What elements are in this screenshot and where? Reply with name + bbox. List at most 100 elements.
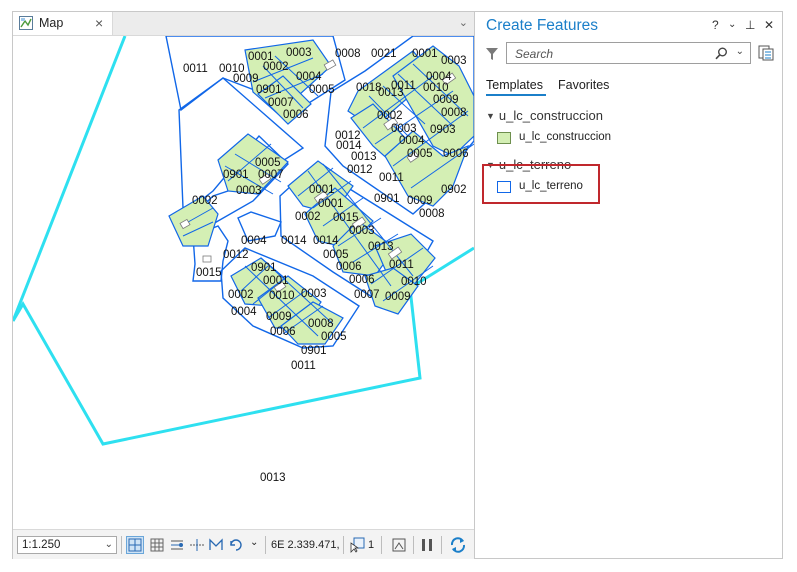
parcel-label: 0901 bbox=[256, 84, 282, 96]
parcel-label: 0009 bbox=[233, 73, 259, 85]
parcel-label: 0004 bbox=[241, 235, 267, 247]
template-group-construccion[interactable]: ▼ u_lc_construccion bbox=[486, 108, 603, 123]
map-tab-label: Map bbox=[39, 16, 64, 30]
chevron-down-icon[interactable]: ⌄ bbox=[728, 19, 736, 30]
parcel-label: 0011 bbox=[183, 63, 208, 75]
tab-favorites[interactable]: Favorites bbox=[558, 78, 609, 92]
parcel-label: 0006 bbox=[283, 109, 309, 121]
map-canvas[interactable]: 0011 0010 0001 0003 0002 0009 0004 0901 0005 0007… bbox=[13, 36, 474, 528]
parcel-label: 0005 bbox=[323, 249, 349, 261]
parcel-label: 0007 bbox=[258, 169, 284, 181]
parcel-label: 0901 bbox=[301, 345, 327, 357]
map-frame-icon[interactable] bbox=[391, 537, 407, 553]
map-tab-bar: Map × ⌄ bbox=[13, 12, 474, 36]
close-icon[interactable]: × bbox=[95, 15, 103, 31]
parcel-label: 0013 bbox=[260, 472, 286, 484]
parcel-label: 0007 bbox=[268, 97, 294, 109]
chevron-down-icon[interactable]: ⌄ bbox=[250, 537, 258, 548]
parcel-label: 0005 bbox=[407, 148, 433, 160]
parcel-label: 0001 bbox=[263, 275, 289, 287]
chevron-down-icon[interactable]: ⌄ bbox=[459, 16, 468, 29]
tab-map[interactable]: Map × bbox=[13, 12, 113, 35]
chevron-down-icon[interactable]: ⌄ bbox=[736, 46, 744, 57]
parcel-label: 0008 bbox=[308, 318, 334, 330]
manage-templates-icon[interactable] bbox=[758, 45, 774, 61]
constraints-icon[interactable] bbox=[189, 537, 205, 553]
parcel-label: 0005 bbox=[309, 84, 335, 96]
boundary-line bbox=[13, 36, 127, 322]
help-icon[interactable]: ? bbox=[712, 18, 719, 32]
coordinate-readout: 6E 2.339.471, bbox=[271, 539, 340, 551]
parcel-label: 0901 bbox=[374, 193, 400, 205]
chevron-down-icon[interactable]: ▼ bbox=[486, 111, 495, 121]
template-item-construccion[interactable]: u_lc_construccion bbox=[497, 129, 757, 149]
parcel-label: 0004 bbox=[399, 135, 425, 147]
chevron-down-icon: ⌄ bbox=[104, 539, 113, 550]
parcel-label: 0901 bbox=[223, 169, 249, 181]
snapping-icon[interactable] bbox=[126, 536, 144, 554]
pin-icon[interactable]: ⊥ bbox=[745, 18, 755, 32]
map-status-bar: 1:1.250 ⌄ ⌄ 6E 2.339.471, 1 bbox=[13, 529, 474, 559]
parcel-label: 0012 bbox=[223, 249, 249, 261]
parcel-label: 0001 bbox=[318, 198, 344, 210]
topology-icon[interactable] bbox=[208, 537, 224, 553]
pause-icon[interactable] bbox=[419, 537, 435, 553]
parcel-label: 0003 bbox=[301, 288, 327, 300]
parcel-label: 0902 bbox=[441, 184, 467, 196]
separator bbox=[381, 536, 382, 554]
map-drawing[interactable]: 0011 0010 0001 0003 0002 0009 0004 0901 0005 0007… bbox=[13, 36, 474, 528]
parcel-label: 0011 bbox=[379, 172, 404, 184]
parcel-label: 0004 bbox=[231, 306, 257, 318]
group-label: u_lc_construccion bbox=[498, 108, 603, 123]
parcel-label: 0001 bbox=[309, 184, 335, 196]
parcel-label: 0010 bbox=[401, 276, 427, 288]
parcel-label: 0006 bbox=[336, 261, 362, 273]
rotate-icon[interactable] bbox=[228, 537, 244, 553]
refresh-icon[interactable] bbox=[449, 536, 467, 554]
parcel-label: 0009 bbox=[266, 311, 292, 323]
parcel-label: 0002 bbox=[228, 289, 254, 301]
parcel-label: 0003 bbox=[391, 123, 417, 135]
pane-title: Create Features bbox=[486, 17, 598, 34]
search-icon[interactable] bbox=[715, 47, 728, 60]
parcel-label: 0008 bbox=[419, 208, 445, 220]
map-pane: Map × ⌄ 0011 0010 0001 0003 0002 0009 00… bbox=[13, 12, 475, 559]
parcel-label: 0002 bbox=[192, 195, 218, 207]
close-icon[interactable]: ✕ bbox=[764, 18, 774, 32]
scale-value: 1:1.250 bbox=[22, 539, 61, 551]
parcel-label: 0009 bbox=[433, 94, 459, 106]
parcel-label: 0011 bbox=[291, 360, 316, 372]
parcel-label: 0008 bbox=[441, 107, 467, 119]
parcel-label: 0007 bbox=[354, 289, 380, 301]
parcel-label: 0013 bbox=[368, 241, 394, 253]
search-input[interactable]: Search ⌄ bbox=[506, 42, 751, 64]
selection-highlight bbox=[482, 164, 600, 204]
parcel-label: 0006 bbox=[270, 326, 296, 338]
filter-icon[interactable] bbox=[485, 47, 499, 61]
grid-icon[interactable] bbox=[149, 537, 165, 553]
selection-icon[interactable] bbox=[349, 537, 365, 553]
correction-icon[interactable] bbox=[169, 537, 185, 553]
separator bbox=[265, 536, 266, 554]
app-window: Map × ⌄ 0011 0010 0001 0003 0002 0009 00… bbox=[12, 11, 783, 559]
parcel-label: 0012 bbox=[347, 164, 373, 176]
separator bbox=[343, 536, 344, 554]
parcel-label: 0015 bbox=[333, 212, 359, 224]
parcel-label: 0009 bbox=[385, 291, 411, 303]
parcel-label: 0010 bbox=[269, 290, 295, 302]
parcel-label: 0901 bbox=[251, 262, 277, 274]
parcel-label: 0015 bbox=[196, 267, 222, 279]
parcel-label: 0002 bbox=[295, 211, 321, 223]
scale-dropdown[interactable]: 1:1.250 ⌄ bbox=[17, 536, 117, 554]
selected-count: 1 bbox=[368, 539, 375, 551]
parcel-label: 0002 bbox=[263, 61, 289, 73]
parcel-label: 0010 bbox=[423, 82, 449, 94]
tab-templates[interactable]: Templates bbox=[486, 78, 543, 92]
polygon-swatch-icon bbox=[497, 132, 511, 144]
parcel-label: 0003 bbox=[349, 225, 375, 237]
parcel-label: 0013 bbox=[351, 151, 377, 163]
parcel-label: 0011 bbox=[391, 80, 416, 92]
map-icon bbox=[19, 16, 33, 30]
parcel-label: 0003 bbox=[441, 55, 467, 67]
parcel-label: 0903 bbox=[430, 124, 456, 136]
